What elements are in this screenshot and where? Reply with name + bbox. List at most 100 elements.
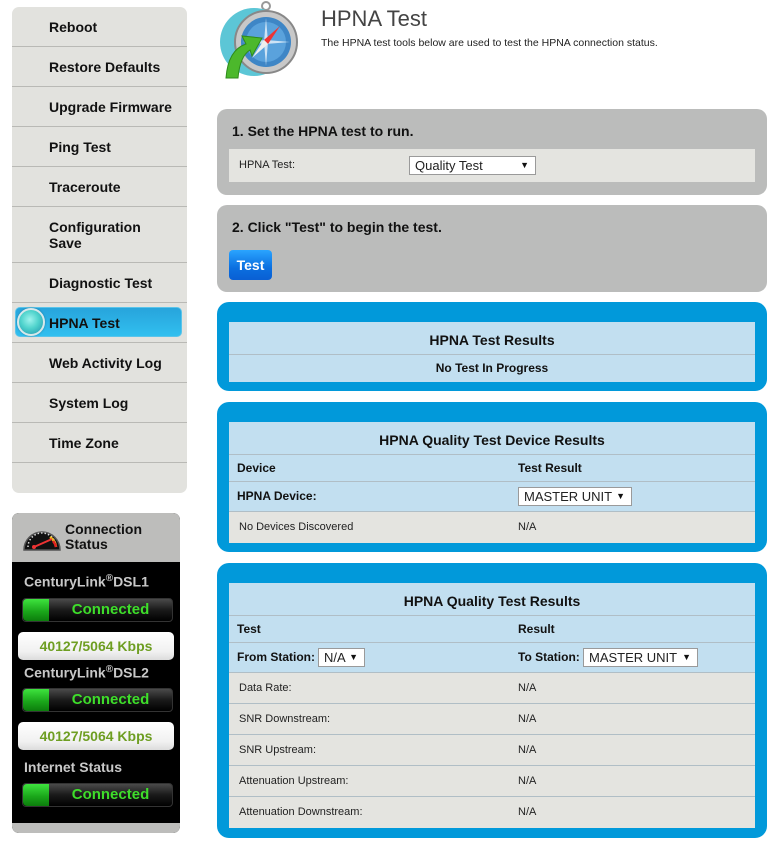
sidebar-item-label: Diagnostic Test	[49, 274, 153, 291]
test-results-table: HPNA Test Results No Test In Progress	[229, 322, 755, 382]
quality-results-header: Test Result	[229, 616, 755, 643]
status-text: Connected	[71, 600, 150, 618]
sidebar-nav: Reboot Restore Defaults Upgrade Firmware…	[12, 7, 187, 493]
sidebar-item-label: Restore Defaults	[49, 58, 161, 75]
page-title: HPNA Test	[321, 6, 427, 31]
device-results-header: Device Test Result	[229, 455, 755, 482]
title-line: Status	[65, 536, 108, 552]
sidebar-item-label: Web Activity Log	[49, 354, 162, 371]
quality-results-title: HPNA Quality Test Results	[229, 583, 755, 616]
hpna-test-label: HPNA Test:	[239, 159, 296, 171]
test-name: SNR Downstream:	[239, 713, 331, 725]
hpna-test-select[interactable]: Quality Test ▼	[409, 156, 536, 175]
select-value: MASTER UNIT	[524, 489, 613, 504]
test-result: N/A	[518, 744, 537, 756]
dsl2-speed: 40127/5064 Kbps	[18, 722, 174, 751]
section-title: HPNA Quality Test Device Results	[379, 432, 605, 448]
device-name: No Devices Discovered	[239, 521, 354, 533]
internet-status-bar: Connected	[22, 783, 173, 808]
sidebar-item-label: Time Zone	[49, 434, 119, 451]
test-status-row: No Test In Progress	[229, 355, 755, 382]
test-results-section: HPNA Test Results No Test In Progress	[217, 302, 767, 391]
orb-icon	[17, 308, 45, 336]
device-results-title: HPNA Quality Test Device Results	[229, 422, 755, 455]
step1-title: 1. Set the HPNA test to run.	[232, 123, 414, 139]
quality-row: Attenuation Downstream: N/A	[229, 797, 755, 828]
connection-status-title: Connection Status	[65, 522, 142, 552]
from-station-label: From Station:	[237, 650, 315, 664]
sidebar-item-label: Reboot	[49, 18, 98, 35]
quality-row: SNR Upstream: N/A	[229, 735, 755, 766]
status-indicator	[23, 598, 49, 621]
sidebar-item-configuration-save[interactable]: Configuration Save	[12, 207, 187, 263]
sidebar-item-label: HPNA Test	[49, 314, 120, 331]
test-name: Attenuation Upstream:	[239, 775, 349, 787]
test-results-title: HPNA Test Results	[229, 322, 755, 355]
test-button[interactable]: Test	[229, 250, 272, 280]
dropdown-arrow-icon: ▼	[520, 160, 529, 170]
to-station-select[interactable]: MASTER UNIT ▼	[583, 648, 698, 667]
quality-results-section: HPNA Quality Test Results Test Result Fr…	[217, 563, 767, 838]
sidebar-item-ping-test[interactable]: Ping Test	[12, 127, 187, 167]
sidebar-item-web-activity-log[interactable]: Web Activity Log	[12, 343, 187, 383]
dropdown-arrow-icon: ▼	[682, 652, 691, 662]
test-name: Attenuation Downstream:	[239, 806, 363, 818]
test-result: N/A	[518, 806, 537, 818]
select-value: N/A	[324, 650, 346, 665]
select-value: Quality Test	[415, 158, 483, 173]
hpna-device-label: HPNA Device:	[237, 489, 317, 503]
from-station-select[interactable]: N/A ▼	[318, 648, 365, 667]
dsl2-status-bar: Connected	[22, 688, 173, 713]
speedometer-icon	[23, 531, 61, 551]
dropdown-arrow-icon: ▼	[616, 491, 625, 501]
sidebar-item-system-log[interactable]: System Log	[12, 383, 187, 423]
brand-text: CenturyLink	[24, 664, 106, 681]
line-name: DSL2	[113, 664, 149, 681]
device-row: No Devices Discovered N/A	[229, 512, 755, 543]
hpna-device-select[interactable]: MASTER UNIT ▼	[518, 487, 632, 506]
device-result: N/A	[518, 521, 537, 533]
line-name: DSL1	[113, 573, 149, 590]
title-line: Connection	[65, 521, 142, 537]
sidebar-item-reboot[interactable]: Reboot	[12, 7, 187, 47]
step1-section: 1. Set the HPNA test to run. HPNA Test: …	[217, 109, 767, 195]
test-status-text: No Test In Progress	[435, 361, 549, 375]
test-result: N/A	[518, 775, 537, 787]
test-name: Data Rate:	[239, 682, 292, 694]
column-header-test: Test	[237, 622, 261, 636]
station-row: From Station: N/A ▼ To Station: MASTER U…	[229, 643, 755, 673]
brand-text: CenturyLink	[24, 573, 106, 590]
status-text: Connected	[71, 786, 150, 804]
registered-mark: ®	[105, 663, 114, 675]
column-header-test-result: Test Result	[518, 461, 582, 475]
sidebar-item-label: System Log	[49, 394, 129, 411]
status-text: Connected	[71, 691, 150, 709]
sidebar-item-hpna-test[interactable]: HPNA Test	[12, 303, 187, 343]
step2-section: 2. Click "Test" to begin the test. Test	[217, 205, 767, 292]
to-station-label: To Station:	[518, 650, 580, 664]
hpna-test-row: HPNA Test: Quality Test ▼	[229, 149, 755, 182]
dsl1-speed: 40127/5064 Kbps	[18, 631, 174, 660]
connection-status-header: Connection Status	[12, 513, 180, 562]
sidebar-item-restore-defaults[interactable]: Restore Defaults	[12, 47, 187, 87]
dsl1-label: CenturyLink®DSL1	[12, 573, 180, 590]
status-indicator	[23, 689, 49, 712]
column-header-device: Device	[237, 461, 276, 475]
sidebar-item-diagnostic-test[interactable]: Diagnostic Test	[12, 263, 187, 303]
registered-mark: ®	[105, 573, 114, 584]
dsl2-label: CenturyLink®DSL2	[12, 664, 180, 681]
quality-row: Data Rate: N/A	[229, 673, 755, 704]
sidebar-item-label: Ping Test	[49, 138, 111, 155]
sidebar-item-label: Traceroute	[49, 178, 121, 195]
test-result: N/A	[518, 713, 537, 725]
section-title: HPNA Test Results	[429, 332, 555, 348]
sidebar-item-time-zone[interactable]: Time Zone	[12, 423, 187, 463]
quality-results-table: HPNA Quality Test Results Test Result Fr…	[229, 583, 755, 828]
device-results-table: HPNA Quality Test Device Results Device …	[229, 422, 755, 543]
internet-status-label: Internet Status	[24, 759, 123, 776]
connection-status-panel: Connection Status CenturyLink®DSL1 Conne…	[12, 513, 180, 833]
dropdown-arrow-icon: ▼	[349, 652, 358, 662]
select-value: MASTER UNIT	[589, 650, 678, 665]
sidebar-item-traceroute[interactable]: Traceroute	[12, 167, 187, 207]
sidebar-item-upgrade-firmware[interactable]: Upgrade Firmware	[12, 87, 187, 127]
